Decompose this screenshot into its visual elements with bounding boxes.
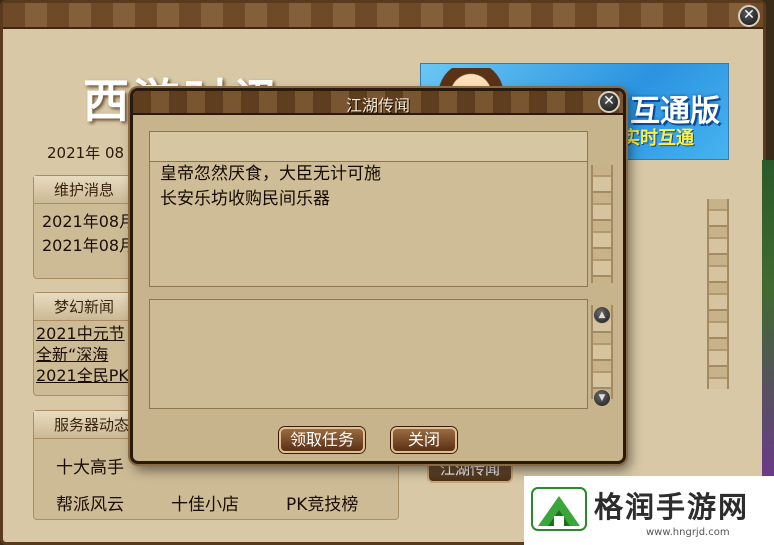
rumor-detail-box <box>149 299 588 409</box>
decorative-fret-border <box>707 199 729 389</box>
jianghu-rumors-dialog: 江湖传闻 ✕ 皇帝忽然厌食，大臣无计可施 长安乐坊收购民间乐器 ▲ ▼ 领取任务… <box>130 88 626 464</box>
scroll-down-icon[interactable]: ▼ <box>593 389 611 407</box>
rumor-item[interactable]: 皇帝忽然厌食，大臣无计可施 <box>150 162 587 187</box>
server-link-guild[interactable]: 帮派风云 <box>56 490 171 515</box>
banner-sub-text: 实时互通 <box>622 128 694 149</box>
dialog-title: 江湖传闻 <box>345 96 410 115</box>
scroll-up-icon[interactable]: ▲ <box>593 306 611 324</box>
server-link-pk-ranking[interactable]: PK竞技榜 <box>286 490 406 515</box>
game-scene-edge <box>762 160 774 480</box>
date-label: 2021年 08 <box>47 144 125 162</box>
watermark-logo-icon <box>531 487 587 531</box>
decorative-fret-border <box>591 165 613 283</box>
dialog-titlebar[interactable]: 江湖传闻 <box>133 91 623 115</box>
news-window-titlebar <box>3 3 763 29</box>
close-button[interactable]: 关闭 <box>391 427 457 453</box>
server-link-shops[interactable]: 十佳小店 <box>171 490 286 515</box>
site-watermark: 格润手游网 www.hngrjd.com <box>524 476 774 545</box>
rumor-item[interactable]: 长安乐坊收购民间乐器 <box>150 187 587 212</box>
rumor-list: 皇帝忽然厌食，大臣无计可施 长安乐坊收购民间乐器 <box>149 131 588 287</box>
accept-task-button[interactable]: 领取任务 <box>279 427 365 453</box>
watermark-title: 格润手游网 <box>594 490 750 524</box>
rumor-list-header <box>150 132 587 162</box>
watermark-url: www.hngrjd.com <box>646 527 730 538</box>
news-window-close-icon[interactable]: ✕ <box>738 5 760 27</box>
dialog-close-icon[interactable]: ✕ <box>598 91 620 113</box>
